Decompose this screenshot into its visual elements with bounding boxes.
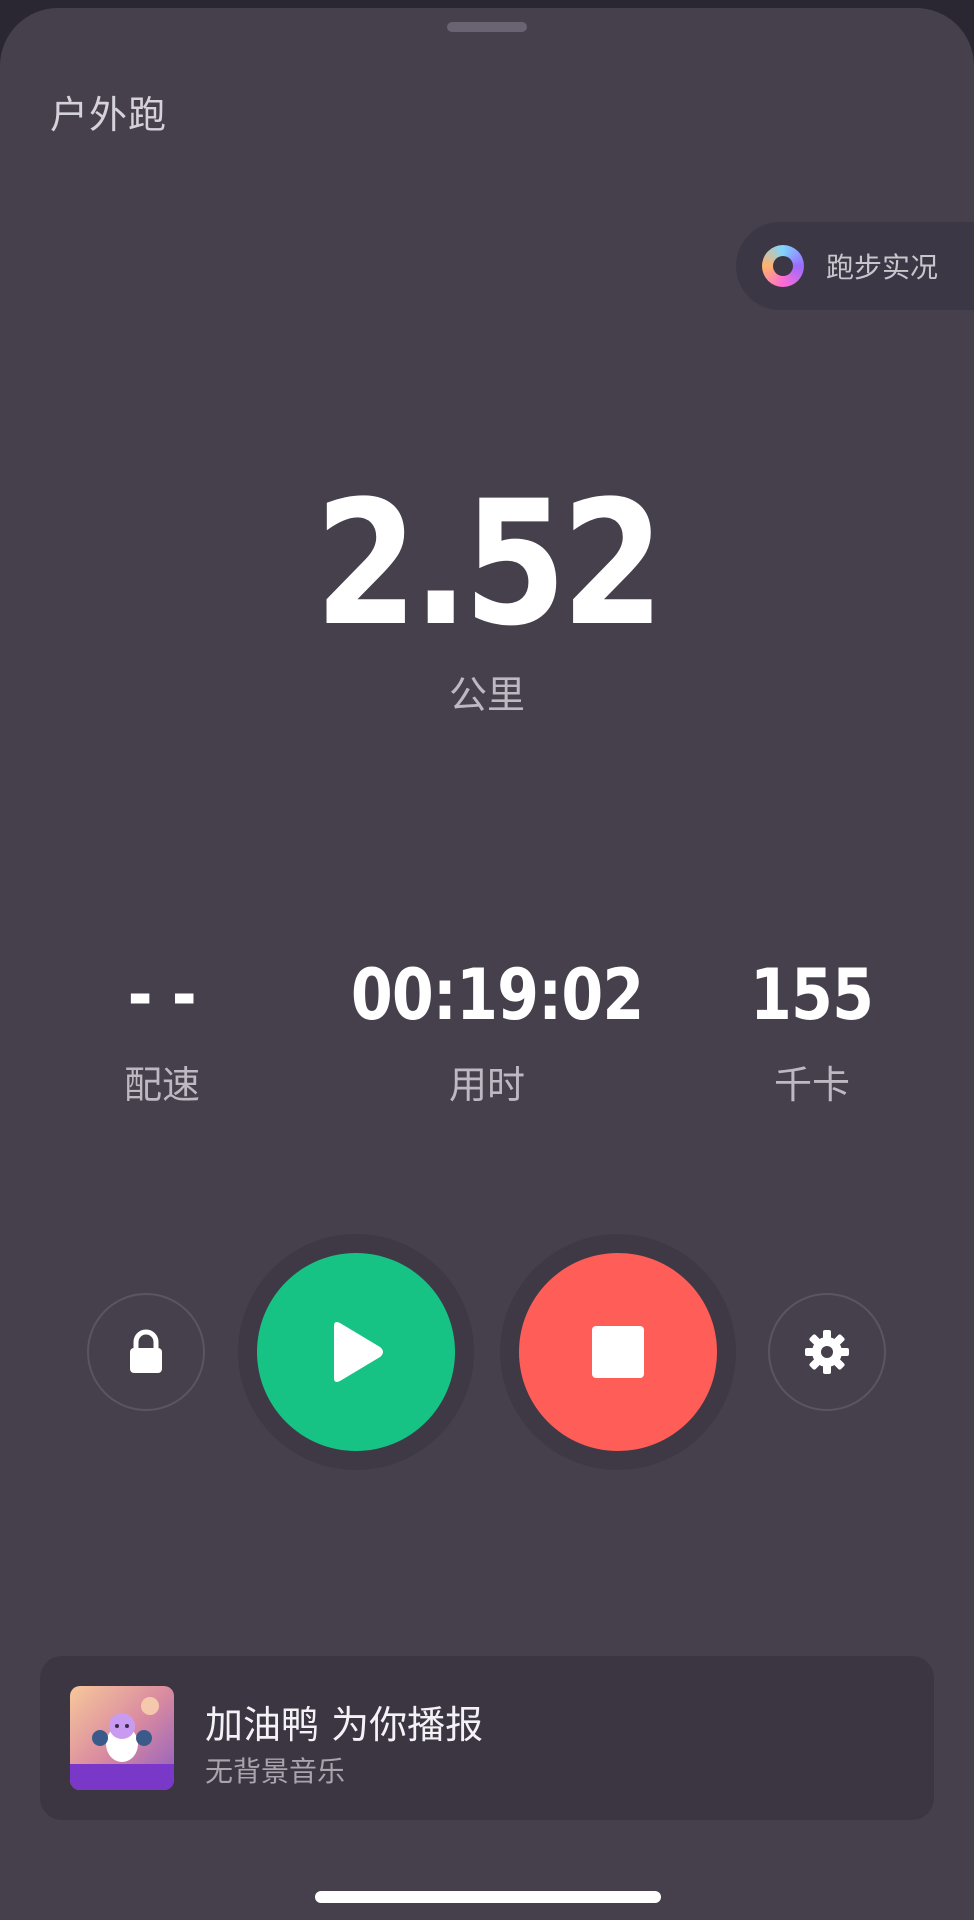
home-indicator[interactable] — [315, 1891, 661, 1903]
stat-calories: 155 千卡 — [652, 960, 972, 1109]
resume-button[interactable] — [257, 1253, 455, 1451]
distance-value: 2.52 — [314, 463, 664, 664]
gear-icon — [805, 1330, 849, 1374]
settings-button[interactable] — [768, 1293, 886, 1411]
background-music-status: 无背景音乐 — [205, 1755, 346, 1788]
duration-label: 用时 — [448, 1063, 525, 1107]
pace-value: - - — [127, 954, 197, 1036]
pace-label: 配速 — [123, 1063, 200, 1107]
distance-unit: 公里 — [448, 673, 525, 717]
sheet-grabber[interactable] — [447, 22, 527, 32]
lock-icon — [130, 1329, 162, 1373]
workout-sheet: 户外跑 跑步实况 2.52 公里 - - 配速 00:19:02 用时 155 … — [0, 8, 974, 1920]
play-icon — [334, 1322, 383, 1382]
broadcast-title: 加油鸭 为你播报 — [205, 1703, 484, 1747]
stat-pace: - - 配速 — [2, 960, 322, 1109]
calories-value: 155 — [750, 954, 874, 1036]
lock-button[interactable] — [87, 1293, 205, 1411]
stop-button-halo — [500, 1234, 736, 1470]
stop-icon — [592, 1326, 644, 1378]
page-title: 户外跑 — [50, 93, 168, 137]
stop-button[interactable] — [519, 1253, 717, 1451]
ring-icon — [762, 245, 804, 287]
duration-value: 00:19:02 — [350, 954, 644, 1036]
running-live-button[interactable]: 跑步实况 — [736, 222, 974, 310]
voice-broadcast-card[interactable]: 加油鸭 为你播报 无背景音乐 — [40, 1656, 934, 1820]
running-live-label: 跑步实况 — [826, 251, 939, 284]
play-button-halo — [238, 1234, 474, 1470]
duck-mascot-image — [70, 1686, 174, 1790]
stat-duration: 00:19:02 用时 — [327, 960, 647, 1109]
album-cover — [70, 1686, 174, 1790]
calories-label: 千卡 — [773, 1063, 850, 1107]
